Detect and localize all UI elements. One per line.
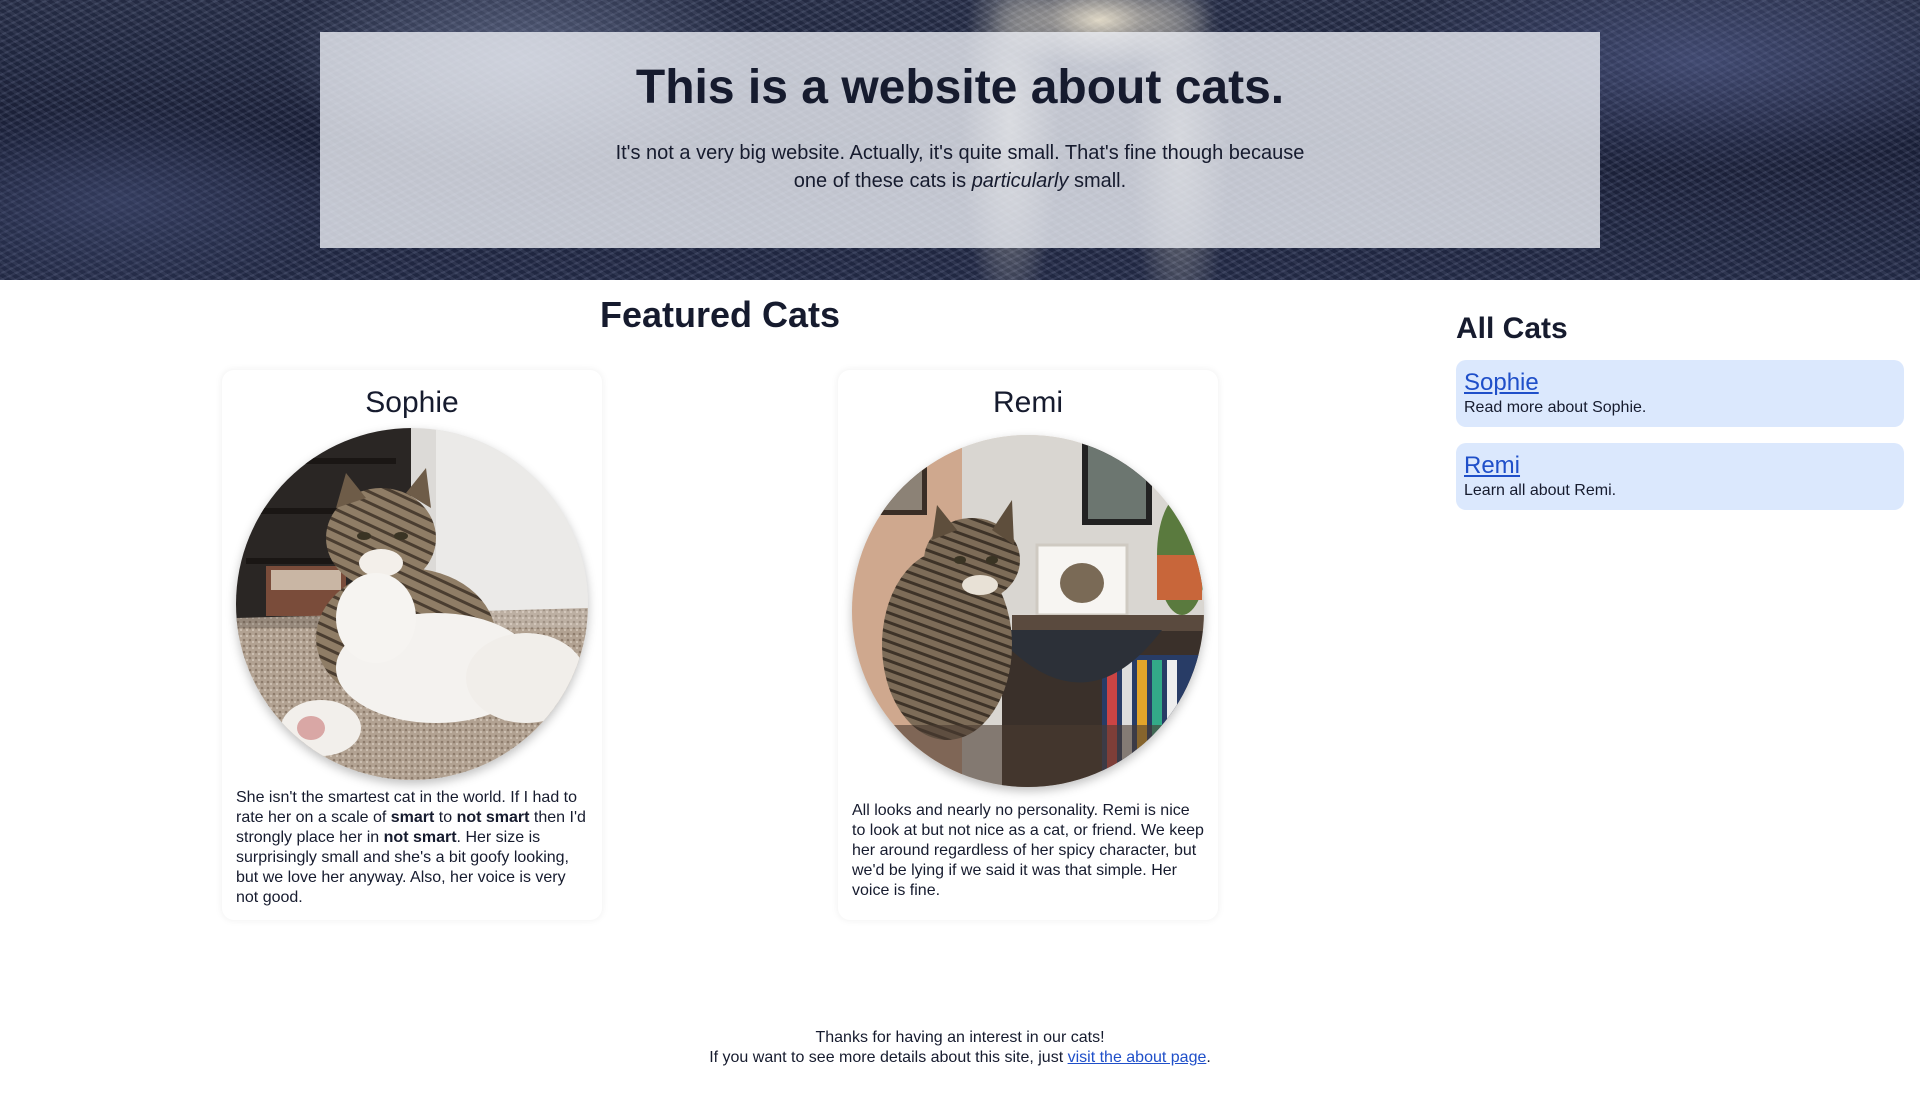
cat-card-name: Remi (992, 386, 1063, 419)
page-footer: Thanks for having an interest in our cat… (0, 1028, 1920, 1068)
cat-card-remi: Remi All looks and nearly no personality… (838, 370, 1218, 920)
hero-panel: This is a website about cats. It's not a… (320, 32, 1600, 248)
hero-subtitle-end: small. (1068, 170, 1127, 193)
sidebar-item-desc: Read more about Sophie. (1464, 399, 1647, 416)
page-title: This is a website about cats. (635, 61, 1285, 114)
cat-card-description: She isn't the smartest cat in the world.… (236, 788, 588, 908)
footer-period: . (1206, 1049, 1211, 1066)
cat-card-sophie: Sophie She isn't the smartest cat in the… (222, 370, 602, 920)
cat-card-description: All looks and nearly no personality. Rem… (852, 801, 1204, 901)
about-page-link[interactable]: visit the about page (1068, 1049, 1207, 1066)
footer-thanks: Thanks for having an interest in our cat… (815, 1029, 1105, 1046)
sophie-photo-image (236, 428, 588, 780)
cat-photo-remi (852, 435, 1204, 787)
remi-photo-image (852, 435, 1204, 787)
featured-cats-heading: Featured Cats (599, 294, 841, 335)
desc-text: All looks and nearly no personality. Rem… (852, 802, 1204, 899)
desc-text: to (434, 809, 457, 826)
sidebar-title: All Cats (1456, 312, 1568, 345)
all-cats-sidebar: All Cats Sophie Read more about Sophie. … (1456, 312, 1904, 526)
sidebar-item-remi: Remi Learn all about Remi. (1456, 443, 1904, 510)
footer-about-text: If you want to see more details about th… (709, 1049, 1068, 1066)
hero-subtitle: It's not a very big website. Actually, i… (600, 139, 1320, 195)
sidebar-item-desc: Learn all about Remi. (1464, 482, 1617, 499)
hero-subtitle-text: It's not a very big website. Actually, i… (615, 142, 1305, 193)
remi-link[interactable]: Remi (1464, 451, 1896, 481)
footer-about-line: If you want to see more details about th… (0, 1048, 1920, 1068)
sophie-link[interactable]: Sophie (1464, 368, 1896, 398)
cat-photo-sophie (236, 428, 588, 780)
desc-bold-text: smart (390, 809, 435, 826)
desc-bold-text: not smart (456, 809, 530, 826)
desc-bold-text: not smart (383, 829, 457, 846)
hero-subtitle-emphasis: particularly (971, 170, 1069, 193)
hero-banner: This is a website about cats. It's not a… (0, 0, 1920, 280)
cat-card-name: Sophie (365, 386, 459, 419)
sidebar-item-sophie: Sophie Read more about Sophie. (1456, 360, 1904, 427)
